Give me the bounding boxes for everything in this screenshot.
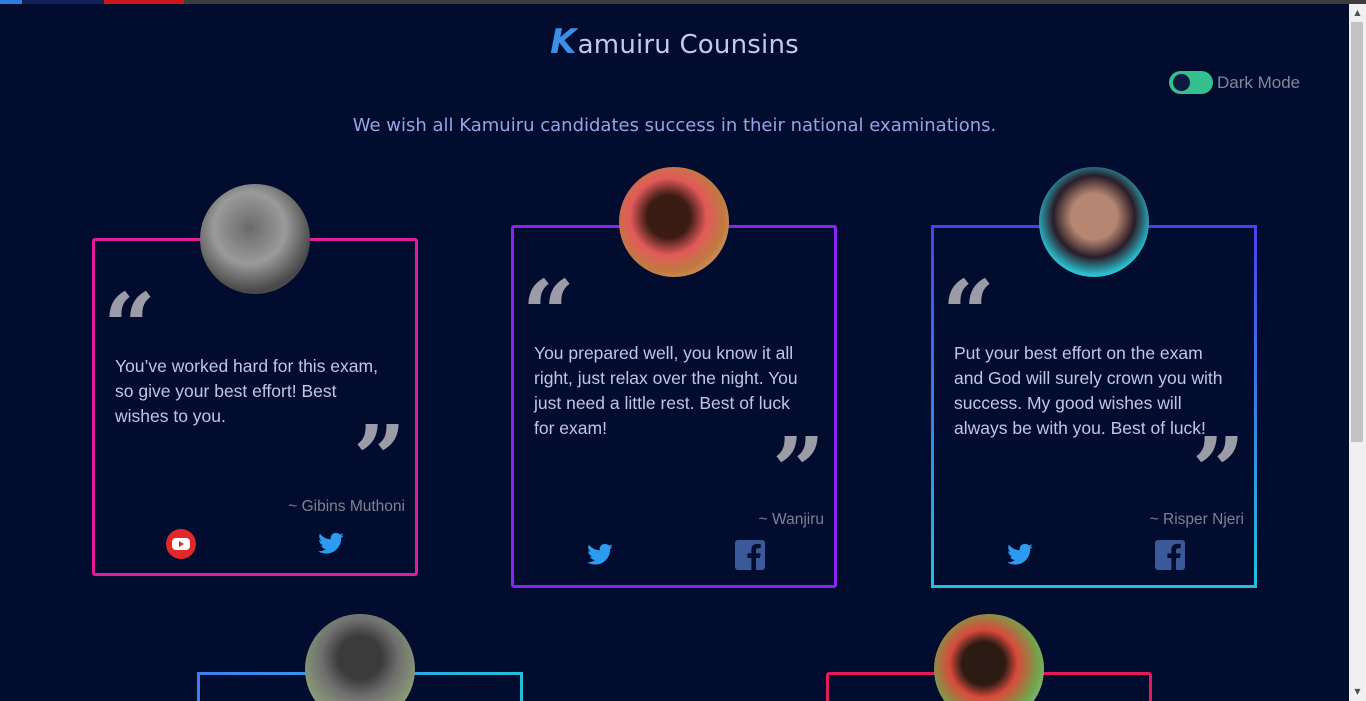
twitter-icon[interactable] — [1004, 541, 1036, 569]
avatar — [200, 184, 310, 294]
browser-tab-strip — [0, 0, 1366, 4]
twitter-icon[interactable] — [584, 541, 616, 569]
scrollbar-thumb[interactable] — [1351, 22, 1363, 442]
tab-indicator — [0, 0, 22, 4]
avatar — [305, 614, 415, 701]
facebook-icon[interactable] — [734, 539, 766, 571]
logo-text: amuiru Counsins — [577, 30, 799, 60]
scroll-down-icon[interactable]: ▼ — [1349, 685, 1366, 699]
testimonial-author: ~ Gibins Muthoni — [288, 498, 405, 515]
testimonial-author: ~ Wanjiru — [758, 511, 824, 528]
testimonial-card: “ You prepared well, you know it all rig… — [511, 225, 837, 588]
facebook-icon[interactable] — [1154, 539, 1186, 571]
close-quote-icon: ” — [772, 417, 825, 525]
page-subtitle: We wish all Kamuiru candidates success i… — [352, 115, 997, 136]
testimonial-card: “ Put your best effort on the exam and G… — [931, 225, 1257, 588]
dark-mode-label: Dark Mode — [1217, 72, 1301, 92]
avatar — [934, 614, 1044, 701]
testimonial-quote: You’ve worked hard for this exam, so giv… — [115, 356, 378, 426]
tab-indicator — [22, 0, 104, 4]
page-scrollbar[interactable]: ▲ ▼ — [1349, 4, 1366, 701]
avatar — [619, 167, 729, 277]
dark-mode-toggle-group: Dark Mode — [1169, 71, 1300, 94]
twitter-icon[interactable] — [315, 530, 347, 558]
close-quote-icon: ” — [1192, 417, 1245, 525]
tab-indicator — [104, 0, 184, 4]
logo-initial: K — [550, 22, 577, 62]
site-logo[interactable]: Kamuiru Counsins — [0, 22, 1349, 62]
dark-mode-toggle[interactable] — [1169, 71, 1213, 94]
toggle-knob — [1173, 74, 1190, 91]
testimonial-author: ~ Risper Njeri — [1149, 511, 1244, 528]
testimonial-quote: Put your best effort on the exam and God… — [954, 343, 1223, 438]
youtube-icon[interactable] — [165, 528, 197, 560]
avatar — [1039, 167, 1149, 277]
close-quote-icon: ” — [353, 405, 406, 513]
testimonial-quote: You prepared well, you know it all right… — [534, 343, 798, 438]
scroll-up-icon[interactable]: ▲ — [1349, 6, 1366, 20]
